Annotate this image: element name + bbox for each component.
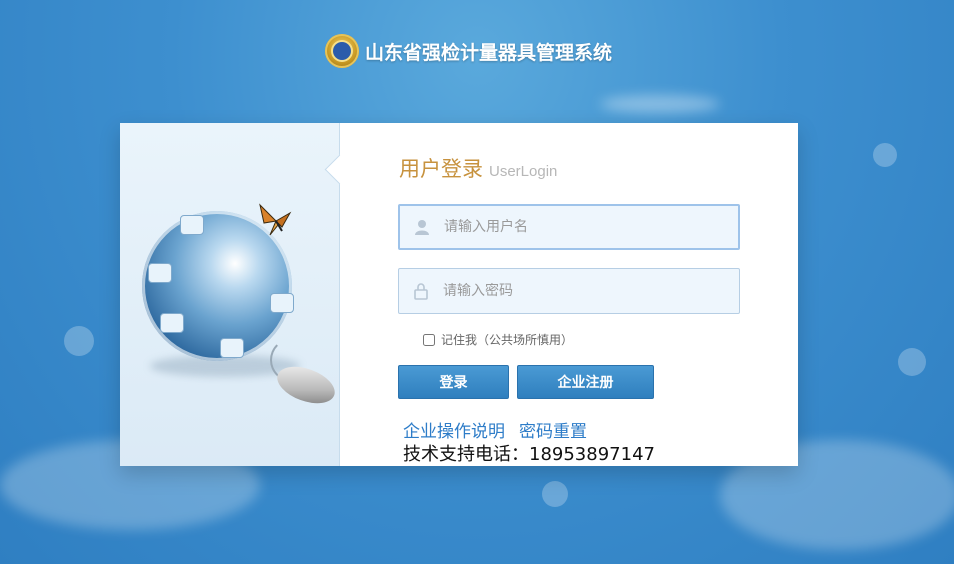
support-phone: 技术支持电话：18953897147	[403, 444, 655, 465]
illustration-panel	[120, 123, 340, 466]
username-input[interactable]	[444, 219, 724, 235]
user-icon	[400, 218, 444, 236]
login-heading: 用户登录 UserLogin	[399, 153, 557, 183]
puzzle-piece-icon	[220, 338, 244, 358]
login-title-zh: 用户登录	[399, 157, 483, 181]
remember-label: 记住我（公共场所慎用）	[441, 333, 574, 347]
page-title: 山东省强检计量器具管理系统	[365, 41, 613, 64]
bubble-decoration	[898, 348, 926, 376]
remember-me[interactable]: 记住我（公共场所慎用）	[423, 331, 573, 348]
help-links: 企业操作说明 密码重置	[403, 417, 587, 442]
reset-password-link[interactable]: 密码重置	[519, 417, 587, 442]
password-field[interactable]	[398, 268, 740, 314]
bubble-decoration	[542, 481, 568, 507]
emblem-icon	[325, 34, 359, 68]
username-field[interactable]	[398, 204, 740, 250]
login-card: 用户登录 UserLogin 记住我（公共场所慎用） 登录 企业注册 企业操作说…	[120, 123, 798, 466]
register-button[interactable]: 企业注册	[517, 365, 654, 399]
cloud-decoration	[600, 95, 720, 113]
puzzle-piece-icon	[160, 313, 184, 333]
login-button[interactable]: 登录	[398, 365, 509, 399]
bubble-decoration	[64, 326, 94, 356]
puzzle-piece-icon	[148, 263, 172, 283]
bubble-decoration	[873, 143, 897, 167]
lock-icon	[399, 282, 443, 300]
puzzle-piece-icon	[270, 293, 294, 313]
app-header: 山东省强检计量器具管理系统	[325, 33, 612, 69]
manual-link[interactable]: 企业操作说明	[403, 417, 505, 442]
password-input[interactable]	[443, 283, 723, 299]
login-title-en: UserLogin	[489, 163, 558, 180]
puzzle-piece-icon	[180, 215, 204, 235]
remember-checkbox[interactable]	[423, 333, 435, 346]
butterfly-icon	[259, 203, 292, 236]
